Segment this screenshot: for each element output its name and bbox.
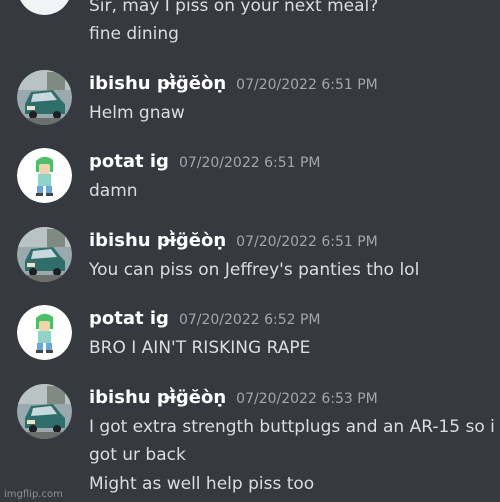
- avatar[interactable]: [17, 384, 72, 439]
- character-avatar-icon: [17, 305, 72, 360]
- message-text: fine dining: [89, 24, 179, 44]
- message-text: damn: [89, 181, 138, 201]
- username[interactable]: ibishu pi̴͗g̈ĕòṇ: [89, 387, 226, 408]
- username[interactable]: ibishu pi̴͗g̈ĕòṇ: [89, 230, 226, 251]
- username[interactable]: potat ig: [89, 151, 169, 172]
- message-text: got ur back: [89, 445, 186, 465]
- avatar[interactable]: [17, 148, 72, 203]
- timestamp: 07/20/2022 6:51 PM: [178, 155, 321, 171]
- avatar[interactable]: [17, 305, 72, 360]
- car-avatar-icon: [17, 227, 72, 282]
- car-avatar-icon: [17, 70, 72, 125]
- chat-message-list: Sir, may I piss on your next meal? fine …: [0, 0, 500, 502]
- message-text: BRO I AIN'T RISKING RAPE: [89, 338, 311, 358]
- message-text: You can piss on Jeffrey's panties tho lo…: [89, 260, 420, 280]
- avatar[interactable]: [17, 70, 72, 125]
- timestamp: 07/20/2022 6:53 PM: [236, 391, 378, 407]
- message-text: Sir, may I piss on your next meal?: [89, 0, 379, 16]
- message-text: Might as well help piss too: [89, 474, 315, 494]
- timestamp: 07/20/2022 6:52 PM: [178, 312, 321, 328]
- avatar[interactable]: [17, 0, 72, 15]
- avatar[interactable]: [17, 227, 72, 282]
- username[interactable]: potat ig: [89, 308, 169, 329]
- timestamp: 07/20/2022 6:51 PM: [236, 77, 378, 93]
- car-avatar-icon: [17, 384, 72, 439]
- username[interactable]: ibishu pi̴͗g̈ĕòṇ: [89, 73, 226, 94]
- watermark: imgflip.com: [4, 489, 63, 500]
- message-text: Helm gnaw: [89, 103, 185, 123]
- message-text: I got extra strength buttplugs and an AR…: [89, 417, 495, 437]
- timestamp: 07/20/2022 6:51 PM: [236, 234, 378, 250]
- character-avatar-icon: [17, 148, 72, 203]
